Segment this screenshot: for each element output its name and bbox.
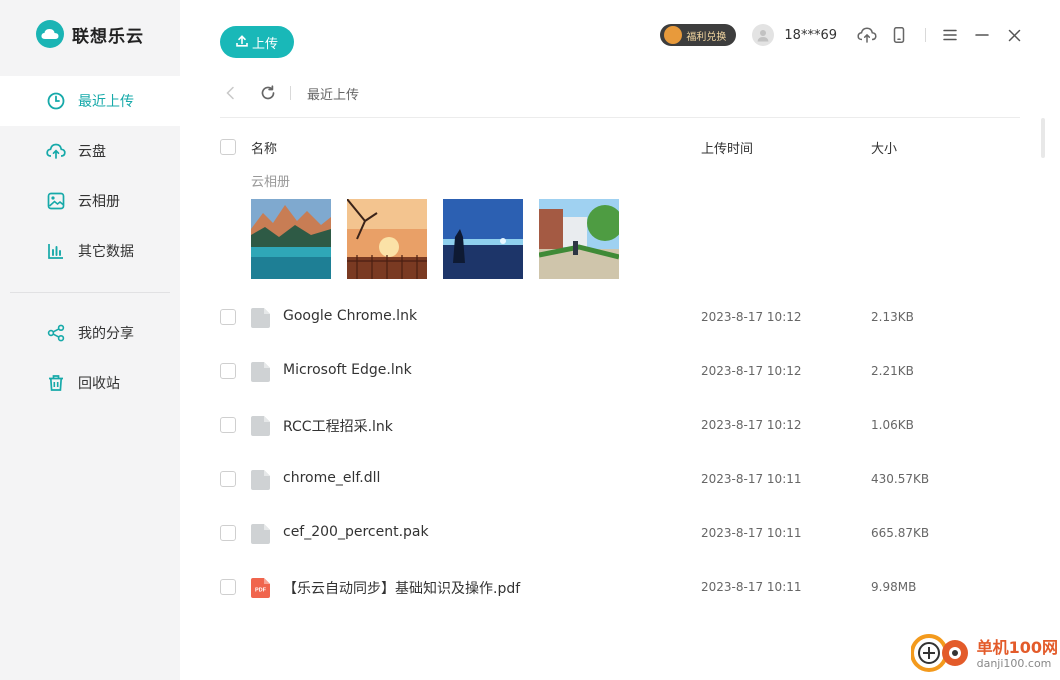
file-size: 430.57KB [871, 472, 930, 486]
sidebar-nav: 最近上传 云盘 云相册 其它数据 [0, 76, 180, 276]
app-logo: 联想乐云 [36, 20, 144, 48]
toolbar-divider [220, 117, 1020, 118]
file-size: 2.21KB [871, 364, 914, 378]
gift-icon [664, 26, 683, 44]
file-icon [251, 470, 270, 490]
file-size: 1.06KB [871, 418, 914, 432]
bar-chart-icon [46, 241, 66, 261]
transfer-icon[interactable] [857, 25, 877, 45]
file-name[interactable]: 【乐云自动同步】基础知识及操作.pdf [283, 578, 520, 598]
sidebar-divider [10, 292, 170, 293]
sidebar-item-cloud-album[interactable]: 云相册 [0, 176, 180, 226]
refresh-icon[interactable] [258, 83, 278, 103]
select-all-checkbox[interactable] [220, 139, 236, 155]
app-window: 联想乐云 最近上传 云盘 云相册 其它数据 我的分享 回收站 上传 福利兑换 1… [0, 0, 1060, 680]
cloud-upload-icon [46, 141, 66, 161]
rewards-label: 福利兑换 [686, 31, 727, 43]
share-icon [46, 323, 66, 343]
upload-button-label: 上传 [251, 35, 278, 51]
upload-button[interactable]: 上传 [220, 26, 294, 58]
file-name[interactable]: Google Chrome.lnk [283, 308, 417, 324]
column-header-name[interactable]: 名称 [251, 138, 277, 157]
rewards-button[interactable]: 福利兑换 [660, 24, 737, 46]
file-size: 665.87KB [871, 526, 930, 540]
album-thumbnail[interactable] [539, 199, 619, 279]
file-name[interactable]: Microsoft Edge.lnk [283, 362, 412, 378]
clock-icon [46, 91, 66, 111]
file-icon [251, 524, 270, 544]
scrollbar[interactable] [1041, 118, 1045, 158]
file-upload-time: 2023-8-17 10:11 [701, 580, 802, 594]
mobile-icon[interactable] [889, 25, 909, 45]
menu-icon[interactable] [940, 25, 960, 45]
pdf-file-icon: PDF [251, 578, 270, 598]
file-upload-time: 2023-8-17 10:11 [701, 472, 802, 486]
sidebar: 联想乐云 最近上传 云盘 云相册 其它数据 我的分享 回收站 [0, 0, 180, 680]
file-upload-time: 2023-8-17 10:11 [701, 526, 802, 540]
file-name[interactable]: RCC工程招采.lnk [283, 416, 393, 436]
sidebar-item-label: 我的分享 [78, 326, 134, 342]
album-thumbnail[interactable] [347, 199, 427, 279]
file-icon [251, 308, 270, 328]
file-size: 9.98MB [871, 580, 917, 594]
sidebar-item-label: 其它数据 [78, 244, 134, 260]
row-checkbox[interactable] [220, 579, 236, 595]
title-bar-controls: 福利兑换 18***69 [660, 22, 1024, 48]
file-icon [251, 416, 270, 436]
row-checkbox[interactable] [220, 525, 236, 541]
trash-icon [46, 373, 66, 393]
row-checkbox[interactable] [220, 471, 236, 487]
sidebar-item-recycle-bin[interactable]: 回收站 [0, 358, 180, 408]
upload-icon [236, 34, 248, 50]
watermark: 单机100网 danji100.com [909, 632, 1058, 678]
file-name[interactable]: cef_200_percent.pak [283, 524, 429, 540]
sidebar-item-label: 最近上传 [78, 94, 134, 110]
album-thumbnail[interactable] [251, 199, 331, 279]
table-row[interactable]: cef_200_percent.pak 2023-8-17 10:11 665.… [220, 507, 1020, 561]
file-upload-time: 2023-8-17 10:12 [701, 310, 802, 324]
sidebar-item-other-data[interactable]: 其它数据 [0, 226, 180, 276]
sidebar-item-label: 云盘 [78, 144, 106, 160]
breadcrumb: 最近上传 [220, 82, 359, 104]
close-icon[interactable] [1004, 25, 1024, 45]
sidebar-nav-secondary: 我的分享 回收站 [0, 308, 180, 408]
sidebar-item-label: 回收站 [78, 376, 120, 392]
file-icon [251, 362, 270, 382]
cloud-logo-icon [36, 20, 64, 48]
pdf-badge: PDF [255, 588, 267, 594]
row-checkbox[interactable] [220, 363, 236, 379]
watermark-title: 单机100网 [976, 638, 1058, 657]
back-icon[interactable] [220, 83, 240, 103]
table-row[interactable]: RCC工程招采.lnk 2023-8-17 10:12 1.06KB [220, 399, 1020, 453]
album-thumbnail[interactable] [443, 199, 523, 279]
breadcrumb-current: 最近上传 [307, 87, 360, 103]
file-name[interactable]: chrome_elf.dll [283, 470, 380, 486]
album-section-label: 云相册 [251, 175, 291, 190]
breadcrumb-divider [290, 86, 291, 100]
column-header-size[interactable]: 大小 [871, 138, 897, 157]
table-row[interactable]: chrome_elf.dll 2023-8-17 10:11 430.57KB [220, 453, 1020, 507]
title-bar-divider [925, 28, 926, 42]
watermark-url: danji100.com [976, 657, 1052, 670]
file-upload-time: 2023-8-17 10:12 [701, 364, 802, 378]
avatar[interactable] [752, 24, 775, 46]
app-name: 联想乐云 [72, 26, 144, 47]
sidebar-item-cloud-drive[interactable]: 云盘 [0, 126, 180, 176]
table-row[interactable]: Microsoft Edge.lnk 2023-8-17 10:12 2.21K… [220, 345, 1020, 399]
sidebar-item-recent-uploads[interactable]: 最近上传 [0, 76, 180, 126]
file-upload-time: 2023-8-17 10:12 [701, 418, 802, 432]
file-size: 2.13KB [871, 310, 914, 324]
sidebar-item-my-shares[interactable]: 我的分享 [0, 308, 180, 358]
table-row[interactable]: Google Chrome.lnk 2023-8-17 10:12 2.13KB [220, 291, 1020, 345]
row-checkbox[interactable] [220, 309, 236, 325]
row-checkbox[interactable] [220, 417, 236, 433]
watermark-logo-icon [909, 632, 973, 678]
photo-icon [46, 191, 66, 211]
column-header-upload-time[interactable]: 上传时间 [701, 138, 753, 157]
sidebar-item-label: 云相册 [78, 194, 120, 210]
table-row[interactable]: PDF 【乐云自动同步】基础知识及操作.pdf 2023-8-17 10:11 … [220, 561, 1020, 615]
username[interactable]: 18***69 [784, 28, 837, 43]
minimize-icon[interactable] [972, 25, 992, 45]
